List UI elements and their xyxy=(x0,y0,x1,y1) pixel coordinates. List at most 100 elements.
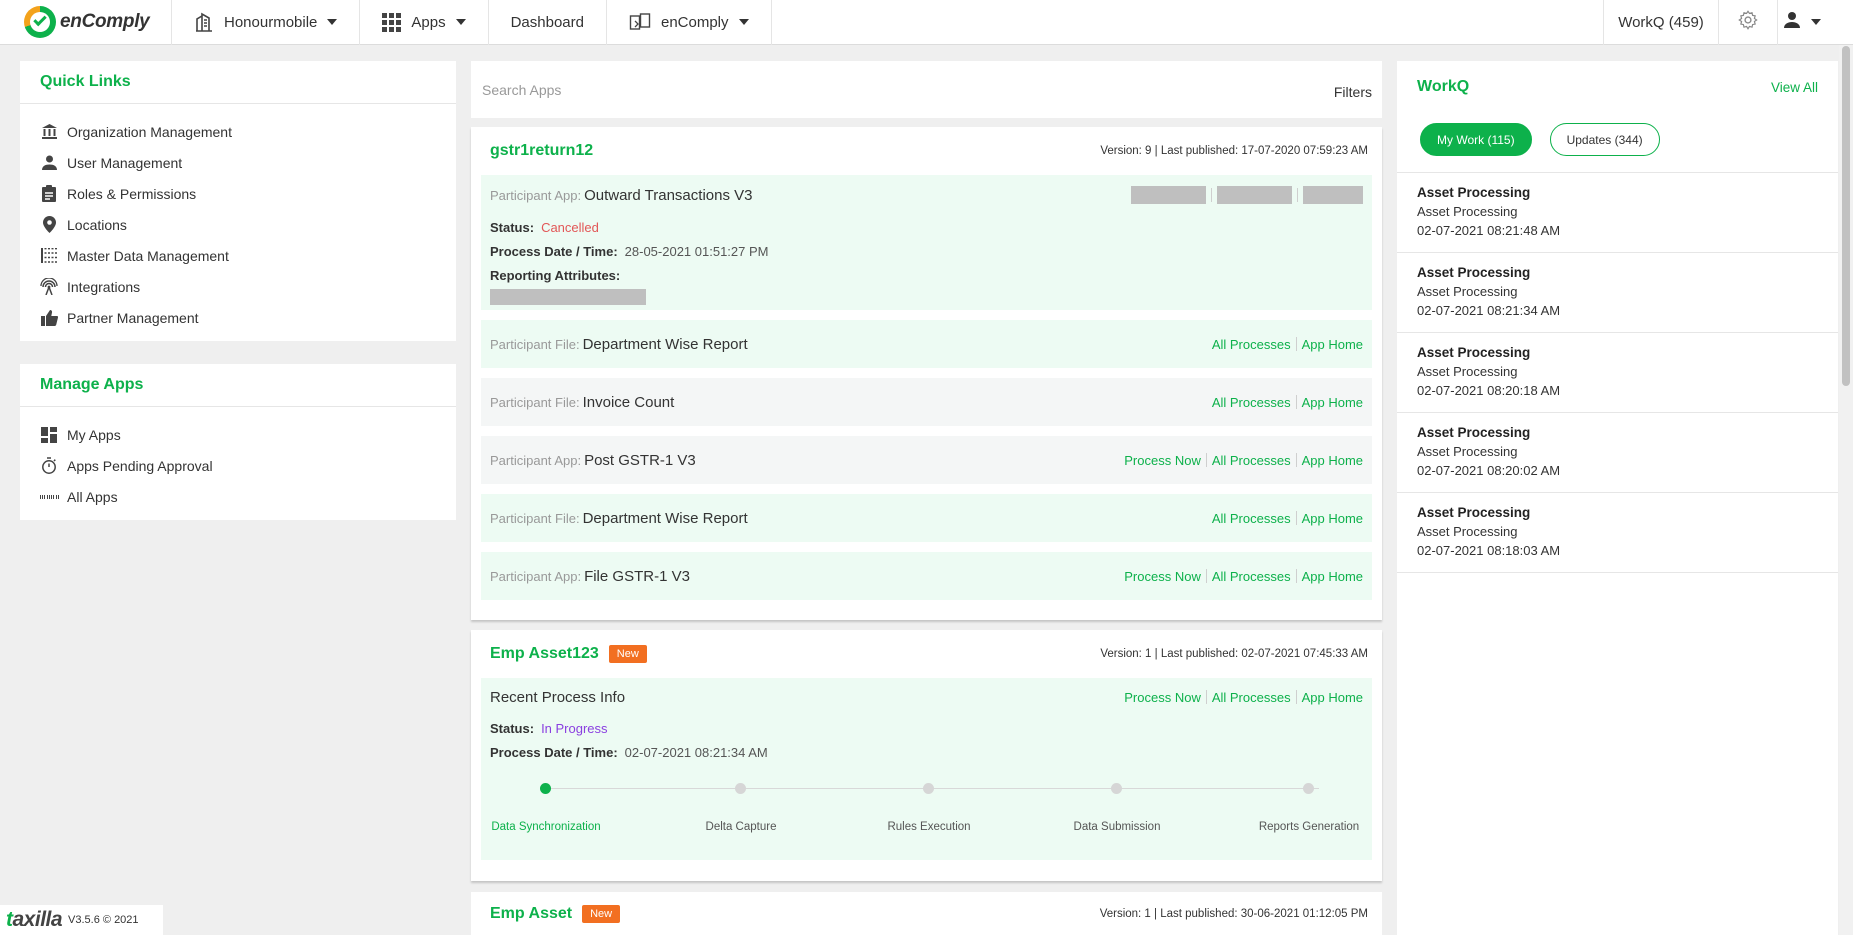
workq-count-link[interactable]: WorkQ (459) xyxy=(1603,0,1718,45)
participant-name: Post GSTR-1 V3 xyxy=(584,451,696,469)
product-dropdown[interactable]: enComply xyxy=(607,0,772,45)
participant-row: Participant File: Department Wise Report… xyxy=(481,494,1372,542)
quick-link-label: Integrations xyxy=(67,278,141,295)
workq-item[interactable]: Asset Processing Asset Processing 02-07-… xyxy=(1397,333,1838,413)
app-title[interactable]: gstr1return12 xyxy=(490,142,593,160)
app-title[interactable]: Emp Asset xyxy=(490,905,572,923)
process-now-link[interactable]: Process Now xyxy=(1124,690,1201,705)
filters-button[interactable]: Filters xyxy=(1334,84,1372,100)
manage-apps-panel: Manage Apps My Apps Apps Pending Approva… xyxy=(20,364,456,520)
quick-link-label: Locations xyxy=(67,216,127,233)
tab-updates[interactable]: Updates (344) xyxy=(1549,123,1660,156)
bank-icon xyxy=(40,123,58,141)
building-icon xyxy=(194,12,214,32)
user-menu-button[interactable] xyxy=(1777,0,1837,45)
search-input[interactable] xyxy=(482,81,1334,98)
apps-grid-icon xyxy=(40,488,58,506)
participant-row: Participant File: Department Wise Report… xyxy=(481,320,1372,368)
app-title[interactable]: Emp Asset123 xyxy=(490,645,599,663)
product-name: enComply xyxy=(660,13,729,31)
quick-link-label: Master Data Management xyxy=(67,247,229,264)
user-icon xyxy=(40,154,58,172)
status-label: Status: xyxy=(490,219,535,235)
step-dot xyxy=(735,783,746,794)
all-processes-link[interactable]: All Processes xyxy=(1212,569,1291,584)
recent-process-block: Recent Process Info Process Now All Proc… xyxy=(481,678,1372,860)
footer: taxilla V3.5.6 © 2021 xyxy=(0,905,163,935)
all-processes-link[interactable]: All Processes xyxy=(1212,395,1291,410)
step-dot xyxy=(540,783,551,794)
app-home-link[interactable]: App Home xyxy=(1302,569,1363,584)
process-now-link[interactable]: Process Now xyxy=(1124,569,1201,584)
participant-name: Department Wise Report xyxy=(582,509,748,527)
workq-item[interactable]: Asset Processing Asset Processing 02-07-… xyxy=(1397,253,1838,333)
chevron-down-icon xyxy=(327,19,338,25)
manage-apps-all-apps[interactable]: All Apps xyxy=(20,481,456,512)
clipboard-icon xyxy=(40,185,58,203)
workq-item-subtitle: Asset Processing xyxy=(1417,524,1518,539)
participant-app-name: Outward Transactions V3 xyxy=(584,186,753,204)
quick-link-organization-management[interactable]: Organization Management xyxy=(20,116,456,147)
workq-item[interactable]: Asset Processing Asset Processing 02-07-… xyxy=(1397,413,1838,493)
quick-link-roles-permissions[interactable]: Roles & Permissions xyxy=(20,178,456,209)
org-dropdown[interactable]: Honourmobile xyxy=(172,0,361,45)
participant-app-label: Participant App: xyxy=(490,187,582,203)
app-home-link[interactable]: App Home xyxy=(1302,395,1363,410)
timer-icon xyxy=(40,457,58,475)
process-now-link[interactable]: Process Now xyxy=(1124,453,1201,468)
quick-link-partner-management[interactable]: Partner Management xyxy=(20,302,456,333)
location-pin-icon xyxy=(40,216,58,234)
manage-apps-label: Apps Pending Approval xyxy=(67,457,213,474)
taxilla-logo: taxilla xyxy=(6,908,63,931)
view-all-link[interactable]: View All xyxy=(1771,80,1818,95)
app-home-link[interactable]: App Home xyxy=(1302,511,1363,526)
quick-links-panel: Quick Links Organization Management User… xyxy=(20,61,456,341)
antenna-icon xyxy=(40,278,58,296)
participant-name: File GSTR-1 V3 xyxy=(584,567,690,585)
encomply-logo[interactable]: enComply xyxy=(0,0,172,45)
app-home-link[interactable]: App Home xyxy=(1302,453,1363,468)
app-version: Version: 1 | Last published: 30-06-2021 … xyxy=(1099,907,1368,920)
participant-row: Participant App: Post GSTR-1 V3 Process … xyxy=(481,436,1372,484)
step-label: Data Submission xyxy=(1073,821,1161,833)
new-badge: New xyxy=(608,645,647,663)
status-value: Cancelled xyxy=(541,219,599,235)
brand-name: enComply xyxy=(60,11,150,32)
all-processes-link[interactable]: All Processes xyxy=(1212,511,1291,526)
step-dot xyxy=(1111,783,1122,794)
quick-link-master-data-management[interactable]: Master Data Management xyxy=(20,240,456,271)
app-home-link[interactable]: App Home xyxy=(1302,690,1363,705)
apps-label: Apps xyxy=(411,13,446,31)
quick-link-locations[interactable]: Locations xyxy=(20,209,456,240)
manage-apps-my-apps[interactable]: My Apps xyxy=(20,419,456,450)
app-card-gstr1return12: gstr1return12 Version: 9 | Last publishe… xyxy=(471,127,1382,620)
redacted-actions xyxy=(1131,186,1363,204)
redacted-attributes xyxy=(490,289,646,305)
quick-link-label: Roles & Permissions xyxy=(67,185,197,202)
app-home-link[interactable]: App Home xyxy=(1302,337,1363,352)
reporting-attributes-label: Reporting Attributes: xyxy=(490,267,621,283)
quick-link-integrations[interactable]: Integrations xyxy=(20,271,456,302)
tab-my-work[interactable]: My Work (115) xyxy=(1420,123,1532,156)
recent-process-title: Recent Process Info xyxy=(490,688,626,706)
all-processes-link[interactable]: All Processes xyxy=(1212,690,1291,705)
workq-item-subtitle: Asset Processing xyxy=(1417,284,1518,299)
participant-name: Department Wise Report xyxy=(582,335,748,353)
apps-dropdown[interactable]: Apps xyxy=(360,0,489,45)
page-scrollbar-thumb[interactable] xyxy=(1842,46,1850,386)
dashboard-link[interactable]: Dashboard xyxy=(489,0,607,45)
workq-item[interactable]: Asset Processing Asset Processing 02-07-… xyxy=(1397,493,1838,573)
apps-grid-icon xyxy=(382,12,402,32)
manage-apps-pending-approval[interactable]: Apps Pending Approval xyxy=(20,450,456,481)
all-processes-link[interactable]: All Processes xyxy=(1212,337,1291,352)
all-processes-link[interactable]: All Processes xyxy=(1212,453,1291,468)
participant-type-label: Participant App: xyxy=(490,568,582,584)
quick-link-label: User Management xyxy=(67,154,183,171)
app-card-emp-asset123: Emp Asset123 New Version: 1 | Last publi… xyxy=(471,630,1382,881)
new-badge: New xyxy=(582,904,621,923)
chevron-down-icon xyxy=(455,19,466,25)
workq-item[interactable]: Asset Processing Asset Processing 02-07-… xyxy=(1397,173,1838,253)
settings-button[interactable] xyxy=(1718,0,1777,45)
manage-apps-label: All Apps xyxy=(67,488,118,505)
quick-link-user-management[interactable]: User Management xyxy=(20,147,456,178)
